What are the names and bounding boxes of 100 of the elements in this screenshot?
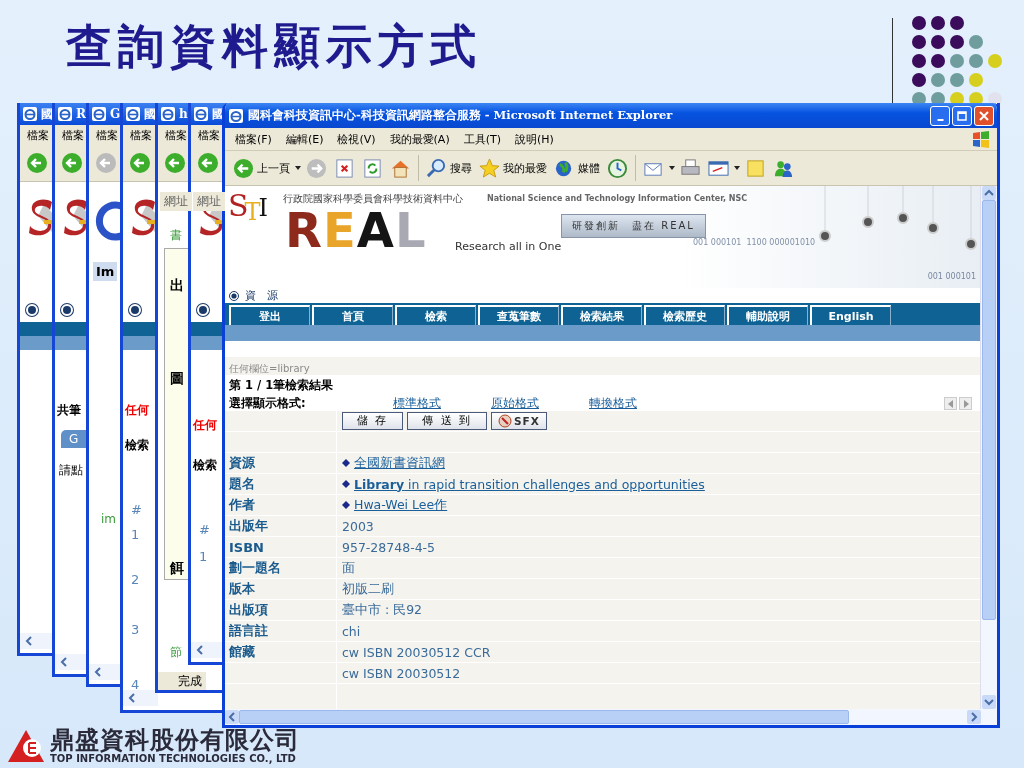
close-button[interactable]	[974, 105, 994, 126]
slide-title: 查詢資料顯示方式	[66, 18, 482, 75]
horizontal-scrollbar[interactable]	[191, 642, 225, 658]
caret-icon[interactable]	[734, 166, 740, 170]
menu-item[interactable]: 檔案	[165, 127, 187, 143]
window-title: 國	[41, 105, 53, 123]
field-link[interactable]: 全國新書資訊網	[354, 454, 445, 472]
browser-icon	[92, 107, 106, 121]
menu-item[interactable]: 我的最愛(A)	[389, 131, 450, 147]
menu-item[interactable]: 檔案	[62, 127, 84, 143]
horizontal-scrollbar[interactable]	[123, 690, 158, 706]
scroll-right-icon[interactable]	[967, 710, 981, 724]
body-text: 檢索	[125, 437, 149, 454]
back-button[interactable]: 上一頁	[231, 156, 292, 180]
field-label: 作者	[229, 496, 255, 514]
browser-icon	[126, 107, 140, 121]
result-count: 第 1 / 1筆檢索結果	[228, 377, 335, 394]
link[interactable]: 節	[170, 644, 182, 661]
browser-icon	[161, 107, 175, 121]
body-text: 請點	[59, 462, 83, 479]
menu-item[interactable]: 檔案(F)	[235, 131, 272, 147]
vertical-scrollbar[interactable]	[980, 186, 997, 709]
scroll-left-icon[interactable]	[225, 710, 239, 724]
scroll-down-icon[interactable]	[982, 695, 996, 709]
history-button[interactable]	[605, 156, 630, 180]
table-cell: 2	[131, 572, 140, 587]
menu-item[interactable]: 檔案	[27, 127, 49, 143]
format-link[interactable]: 標準格式	[393, 396, 441, 411]
field-link[interactable]: Hwa-Wei Lee作	[354, 496, 448, 514]
favorites-button[interactable]: 我的最愛	[477, 156, 549, 180]
menu-item[interactable]: 說明(H)	[515, 131, 554, 147]
horizontal-scrollbar[interactable]	[225, 709, 997, 725]
next-button[interactable]	[959, 397, 972, 410]
menu-item[interactable]: 檔案	[198, 127, 220, 143]
previous-button[interactable]	[944, 397, 957, 410]
minimize-button[interactable]	[930, 105, 950, 126]
organization-name: National Science and Technology Information Center, NSC	[487, 194, 748, 203]
nav-tab[interactable]: 查蒐筆數	[478, 305, 559, 325]
diamond-icon	[342, 480, 350, 488]
field-label: 館藏	[229, 643, 255, 661]
clock-icon	[607, 157, 628, 179]
menu-item[interactable]: 工具(T)	[463, 131, 501, 147]
sfx-icon	[498, 414, 513, 428]
menu-item[interactable]: 編輯(E)	[285, 131, 324, 147]
nav-tab[interactable]: 檢索	[395, 305, 476, 325]
scroll-thumb[interactable]	[239, 710, 849, 724]
field-link[interactable]: Library in rapid transition challenges and opportunities	[354, 476, 705, 492]
scroll-left-icon[interactable]	[23, 635, 35, 647]
sfx-button[interactable]: SFX	[491, 412, 547, 430]
window-title: 國科會科技資訊中心-科技資訊網路整合服務 - Microsoft Internet Explorer	[248, 108, 673, 123]
action-button[interactable]: 傳 送 到	[407, 412, 488, 430]
scroll-left-icon[interactable]	[194, 644, 206, 656]
format-link[interactable]: 轉換格式	[589, 396, 637, 411]
scroll-left-icon[interactable]	[126, 692, 138, 704]
menu-item[interactable]: 檔案	[130, 127, 152, 143]
nav-tab[interactable]: 輔助說明	[727, 305, 808, 325]
field-value: cw ISBN 20030512 CCR	[342, 644, 491, 660]
scroll-up-icon[interactable]	[982, 186, 996, 200]
horizontal-scrollbar[interactable]	[55, 654, 89, 670]
menu-item[interactable]: 檔案	[96, 127, 118, 143]
browser-icon	[229, 108, 243, 123]
minimize-icon	[936, 118, 944, 121]
bullet-icon	[129, 304, 141, 316]
company-name: 鼎盛資科股份有限公司	[50, 728, 300, 754]
nav-tab[interactable]: 登出	[229, 305, 310, 325]
left-triangle-icon	[946, 399, 955, 408]
link[interactable]: 書	[170, 227, 182, 244]
field-label: 出版項	[229, 601, 268, 619]
table-cell: 1	[199, 549, 208, 564]
field-label: 版本	[229, 580, 255, 598]
caret-icon[interactable]	[295, 166, 301, 170]
search-button[interactable]: 搜尋	[424, 156, 474, 180]
menu-item[interactable]: 檢視(V)	[337, 131, 376, 147]
field-label: 題名	[229, 475, 255, 493]
maximize-button[interactable]	[952, 105, 972, 126]
nav-tab[interactable]: 檢索歷史	[644, 305, 725, 325]
format-link[interactable]: 原始格式	[491, 396, 539, 411]
nav-tab[interactable]: 檢索結果	[561, 305, 642, 325]
nav-tab[interactable]: English	[810, 305, 891, 325]
company-logo-icon	[6, 728, 46, 765]
scroll-thumb[interactable]	[982, 200, 996, 620]
window-title: h	[179, 107, 188, 121]
body-text: 任何	[125, 402, 149, 419]
window-title: 國	[144, 105, 156, 123]
status-text: 完成	[158, 672, 206, 690]
scroll-left-icon[interactable]	[58, 656, 70, 668]
close-icon	[978, 109, 990, 122]
horizontal-scrollbar[interactable]	[89, 664, 123, 680]
action-button[interactable]: 儲 存	[342, 412, 404, 430]
field-value: 2003	[342, 518, 374, 534]
nav-tab[interactable]: 首頁	[312, 305, 393, 325]
caret-icon[interactable]	[669, 166, 675, 170]
bullet-icon	[61, 304, 73, 316]
bullet-icon	[26, 304, 38, 316]
table-cell: 圖	[170, 370, 184, 388]
scroll-left-icon[interactable]	[92, 666, 104, 678]
media-button[interactable]: 媒體	[552, 156, 602, 180]
diamond-icon	[342, 501, 350, 509]
field-value: 初版二刷	[342, 580, 394, 598]
link[interactable]: im	[101, 512, 117, 526]
